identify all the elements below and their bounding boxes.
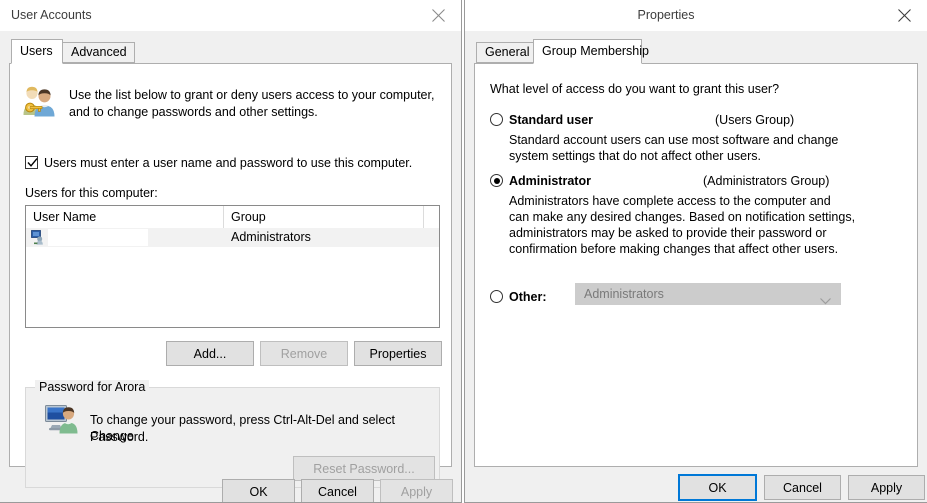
properties-ok-button[interactable]: OK (678, 474, 757, 501)
users-list-label: Users for this computer: (25, 186, 158, 200)
radio-other[interactable] (490, 290, 503, 303)
cell-group: Administrators (231, 230, 311, 244)
cell-user-name (48, 228, 218, 247)
column-group[interactable]: Group (224, 206, 424, 228)
user-monitor-icon (45, 404, 79, 434)
close-icon[interactable] (415, 0, 461, 30)
radio-administrator-dot (493, 177, 500, 184)
other-group-combobox-value: Administrators (584, 287, 664, 301)
user-accounts-title: User Accounts (11, 8, 92, 22)
column-user-name[interactable]: User Name (26, 206, 224, 228)
group-membership-tabpage: What level of access do you want to gran… (474, 63, 918, 467)
properties-title: Properties (637, 8, 695, 22)
administrator-group: (Administrators Group) (703, 174, 830, 188)
standard-user-label: Standard user (509, 113, 594, 127)
properties-tabstrip: General Group Membership (474, 39, 918, 64)
screen: User Accounts Users Advanced Use the lis… (0, 0, 927, 503)
administrator-desc-line3: administrators may be asked to provide t… (509, 226, 827, 240)
user-accounts-tabstrip: Users Advanced (9, 39, 452, 64)
properties-cancel-button[interactable]: Cancel (764, 475, 841, 500)
tab-users-label: Users (20, 44, 53, 58)
radio-standard-user[interactable] (490, 113, 503, 126)
users-key-icon (21, 85, 57, 117)
standard-user-desc-line2: system settings that do not affect other… (509, 149, 761, 163)
tab-general-label: General (485, 45, 530, 59)
administrator-desc-line2: can make any desired changes. Based on n… (509, 210, 856, 224)
chevron-down-icon (820, 292, 831, 310)
access-question: What level of access do you want to gran… (490, 82, 780, 96)
password-groupbox-title: Password for Arora (35, 380, 150, 394)
close-icon[interactable] (881, 0, 927, 30)
user-accounts-apply-button: Apply (380, 479, 453, 502)
user-accounts-dialog: User Accounts Users Advanced Use the lis… (0, 0, 462, 503)
password-groupbox: Password for Arora To change your passwo… (25, 380, 440, 488)
administrator-desc-line4: confirmation before making changes that … (509, 242, 839, 256)
properties-titlebar[interactable]: Properties (465, 0, 927, 31)
user-accounts-titlebar[interactable]: User Accounts (0, 0, 461, 31)
users-listview-header: User Name Group (26, 206, 439, 229)
table-row[interactable]: Administrators (26, 228, 439, 247)
users-tabpage: Use the list below to grant or deny user… (9, 63, 452, 488)
user-accounts-client: Users Advanced Use the list below to gra… (0, 31, 461, 502)
standard-user-group: (Users Group) (715, 113, 795, 127)
add-button[interactable]: Add... (166, 341, 254, 366)
users-listview[interactable]: User Name Group Administrators (25, 205, 440, 328)
properties-button[interactable]: Properties (354, 341, 442, 366)
properties-client: General Group Membership What level of a… (465, 31, 927, 502)
user-accounts-intro-line1: Use the list below to grant or deny user… (69, 88, 435, 102)
require-password-checkbox[interactable] (25, 156, 38, 169)
reset-password-button: Reset Password... (293, 456, 435, 481)
administrator-desc-line1: Administrators have complete access to t… (509, 194, 831, 208)
tab-users[interactable]: Users (11, 39, 63, 64)
tab-advanced[interactable]: Advanced (62, 42, 135, 63)
radio-administrator[interactable] (490, 174, 503, 187)
user-accounts-ok-button[interactable]: OK (222, 479, 295, 502)
other-group-combobox: Administrators (575, 283, 841, 305)
standard-user-desc-line1: Standard account users can use most soft… (509, 133, 839, 147)
tab-advanced-label: Advanced (71, 45, 127, 59)
user-accounts-cancel-button[interactable]: Cancel (301, 479, 374, 502)
remove-button: Remove (260, 341, 348, 366)
tab-group-membership-label: Group Membership (542, 44, 649, 58)
password-hint-line2: Password. (90, 430, 149, 444)
tab-group-membership[interactable]: Group Membership (533, 39, 649, 64)
properties-dialog: Properties General Group Membership What… (464, 0, 927, 503)
user-accounts-intro-line2: and to change passwords and other settin… (69, 105, 318, 119)
column-spacer (424, 206, 439, 228)
properties-apply-button[interactable]: Apply (848, 475, 925, 500)
other-label: Other: (509, 290, 547, 304)
require-password-label: Users must enter a user name and passwor… (44, 156, 413, 170)
user-icon (31, 230, 46, 245)
tab-general[interactable]: General (476, 42, 534, 63)
administrator-label: Administrator (509, 174, 591, 188)
